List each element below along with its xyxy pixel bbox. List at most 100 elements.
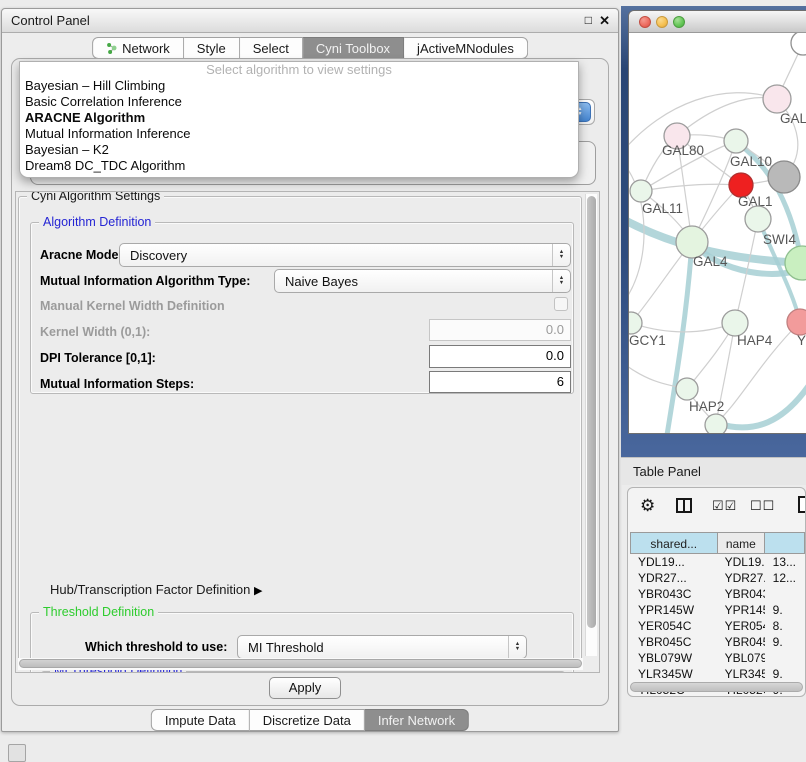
table-row[interactable]: YDR27...YDR27...12... (630, 570, 805, 586)
table-row[interactable]: YPR145WYPR145W9. (630, 602, 805, 618)
tab-discretize-data[interactable]: Discretize Data (250, 709, 365, 731)
table-cell: YDR27... (717, 570, 765, 586)
network-node[interactable] (787, 309, 806, 335)
scrollbar-thumb[interactable] (587, 196, 596, 628)
network-node[interactable] (791, 33, 806, 55)
hide-columns-icon[interactable]: ☐☐ (750, 498, 775, 514)
table-row[interactable]: YBR043CYBR043C (630, 586, 805, 602)
export-table-icon[interactable] (798, 496, 806, 513)
dpi-tolerance-label: DPI Tolerance [0,1]: (40, 351, 156, 365)
minimize-traffic-icon[interactable] (656, 16, 668, 28)
table-row[interactable]: YBR045CYBR045C9. (630, 634, 805, 650)
hub-definition-toggle[interactable]: Hub/Transcription Factor Definition ▶ (50, 582, 262, 597)
algorithm-option[interactable]: Dream8 DC_TDC Algorithm (20, 158, 578, 174)
network-canvas[interactable]: GAL7GAL80GAL10GAL1GAL11SWI4GAL4GCY1HAP4Y… (629, 33, 806, 433)
aracne-mode-select[interactable]: Discovery ▲▼ (119, 243, 571, 267)
network-view-window[interactable]: GAL7GAL80GAL10GAL1GAL11SWI4GAL4GCY1HAP4Y… (628, 10, 806, 434)
table-cell: YBR043C (717, 586, 765, 602)
network-node[interactable] (724, 129, 748, 153)
apply-button[interactable]: Apply (269, 677, 341, 699)
algorithm-option[interactable]: Bayesian – Hill Climbing (20, 78, 578, 94)
tab-network[interactable]: Network (92, 37, 184, 59)
mi-threshold-group: MI Threshold Definition Mutual Informati… (41, 671, 565, 673)
table-row[interactable]: YBL079WYBL079W (630, 650, 805, 666)
threshold-select[interactable]: MI Threshold ▲▼ (237, 635, 527, 659)
vertical-scrollbar[interactable] (585, 194, 597, 656)
tab-select[interactable]: Select (240, 37, 303, 59)
combo-stepper-icon[interactable]: ▲▼ (508, 636, 526, 658)
scrollbar-thumb[interactable] (19, 659, 582, 668)
column-header[interactable] (765, 532, 805, 554)
network-icon (106, 42, 117, 55)
table-cell: YPR145W (630, 602, 717, 618)
column-header[interactable]: name (718, 532, 766, 554)
table-row[interactable]: YDL19...YDL19...13... (630, 554, 805, 570)
scrollbar-thumb[interactable] (630, 682, 803, 692)
column-header[interactable]: shared... (630, 532, 718, 554)
tab-cyni-toolbox[interactable]: Cyni Toolbox (303, 37, 404, 59)
table-cell: YER054C (717, 618, 765, 634)
bottom-tabs: Impute Data Discretize Data Infer Networ… (151, 709, 469, 731)
table-panel-title: Table Panel (633, 464, 701, 479)
tab-label: Cyni Toolbox (316, 41, 390, 56)
gear-icon[interactable]: ⚙ (640, 496, 655, 516)
which-threshold-label: Which threshold to use: (85, 640, 227, 654)
horizontal-scrollbar[interactable] (18, 658, 583, 670)
table-cell: YPR145W (717, 602, 765, 618)
float-panel-icon[interactable]: □ (585, 13, 592, 27)
table-row[interactable]: YLR345WYLR345W9. (630, 666, 805, 682)
close-traffic-icon[interactable] (639, 16, 651, 28)
table-row[interactable]: YER054CYER054C8. (630, 618, 805, 634)
algorithm-option[interactable]: ARACNE Algorithm (20, 110, 578, 126)
network-node[interactable] (630, 180, 652, 202)
network-node[interactable] (629, 312, 642, 334)
close-icon[interactable]: ✕ (599, 13, 610, 29)
table-horizontal-scrollbar[interactable] (630, 682, 803, 693)
dropdown-placeholder: Select algorithm to view settings (20, 62, 578, 78)
network-node[interactable] (745, 206, 771, 232)
table-cell: YLR345W (630, 666, 717, 682)
combo-stepper-icon[interactable]: ▲▼ (552, 244, 570, 266)
table-cell: 9. (765, 602, 805, 618)
node-label: GAL11 (642, 201, 683, 216)
network-node[interactable] (676, 378, 698, 400)
tab-infer-network[interactable]: Infer Network (365, 709, 469, 731)
zoom-traffic-icon[interactable] (673, 16, 685, 28)
dpi-tolerance-field[interactable]: 0.0 (429, 345, 571, 368)
table-cell: YER054C (630, 618, 717, 634)
control-panel-tabs: Network Style Select Cyni Toolbox jActiv… (92, 37, 528, 59)
group-title: Threshold Definition (39, 605, 158, 619)
combo-stepper-icon[interactable]: ▲▼ (552, 270, 570, 292)
table-cell: YBL079W (630, 650, 717, 666)
table-cell: YBR045C (717, 634, 765, 650)
algorithm-option[interactable]: Mutual Information Inference (20, 126, 578, 142)
tab-jactivemnodules[interactable]: jActiveMNodules (404, 37, 528, 59)
table-cell: 8. (765, 618, 805, 634)
node-label: GAL80 (662, 143, 704, 158)
network-node[interactable] (768, 161, 800, 193)
manual-kernel-checkbox[interactable] (554, 297, 568, 311)
manual-kernel-label: Manual Kernel Width Definition (40, 299, 225, 313)
node-label: GAL7 (780, 111, 806, 126)
split-columns-icon[interactable] (676, 498, 692, 513)
network-node[interactable] (763, 85, 791, 113)
tab-label: Discretize Data (263, 713, 351, 728)
table-panel-header: Table Panel (621, 457, 806, 485)
node-label: HAP2 (689, 399, 724, 414)
tab-label: Impute Data (165, 713, 236, 728)
table-cell (765, 586, 805, 602)
show-columns-icon[interactable]: ☑☑ (712, 498, 737, 514)
algorithm-option[interactable]: Bayesian – K2 (20, 142, 578, 158)
mi-algorithm-type-select[interactable]: Naive Bayes ▲▼ (274, 269, 571, 293)
tab-impute-data[interactable]: Impute Data (151, 709, 250, 731)
network-node[interactable] (705, 414, 727, 433)
algorithm-option[interactable]: Basic Correlation Inference (20, 94, 578, 110)
node-table: shared...name YDL19...YDL19...13...YDR27… (630, 532, 805, 697)
tab-style[interactable]: Style (184, 37, 240, 59)
network-window-titlebar[interactable] (629, 11, 806, 33)
table-cell: YLR345W (717, 666, 765, 682)
kernel-width-label: Kernel Width (0,1): (40, 325, 150, 339)
node-label: HAP4 (737, 333, 773, 348)
minimized-panel-icon[interactable] (8, 744, 26, 762)
mi-steps-field[interactable]: 6 (429, 371, 571, 393)
